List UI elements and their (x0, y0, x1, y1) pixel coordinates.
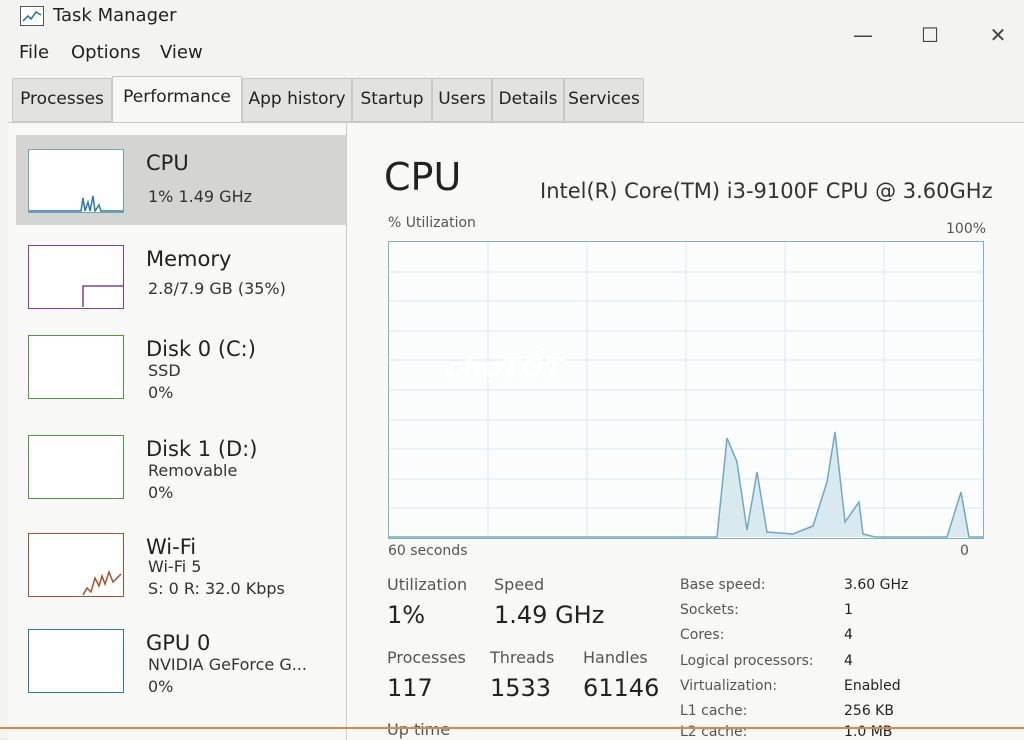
resource-sidebar: CPU 1% 1.49 GHz Memory 2.8/7.9 GB (35%) … (8, 123, 348, 740)
menu-file[interactable]: File (19, 42, 49, 63)
sidebar-item-wifi[interactable]: Wi-Fi Wi-Fi 5 S: 0 R: 32.0 Kbps (16, 519, 346, 609)
utilization-value: 1% (387, 601, 426, 629)
performance-panel: CPU 1% 1.49 GHz Memory 2.8/7.9 GB (35%) … (8, 122, 1024, 740)
spec-value-base-speed: 3.60 GHz (844, 577, 909, 593)
menu-view[interactable]: View (160, 42, 203, 63)
handles-value: 61146 (583, 674, 660, 702)
cpu-utilization-graph (388, 241, 984, 539)
task-manager-app-icon (20, 6, 44, 26)
graph-ymax-label: 100% (946, 221, 987, 237)
disk0-thumbnail-graph (28, 335, 124, 399)
utilization-label: Utilization (387, 575, 468, 594)
title-bar: Task Manager — ☐ ✕ (0, 0, 1024, 47)
tab-app-history[interactable]: App history (242, 78, 352, 122)
bottom-border (0, 727, 1024, 729)
spec-label-logical-processors: Logical processors: (680, 653, 814, 669)
sidebar-label-wifi: Wi-Fi (146, 535, 197, 559)
sidebar-divider (346, 123, 347, 740)
sidebar-disk1-usage: 0% (148, 483, 174, 502)
sidebar-cpu-usage: 1% 1.49 GHz (148, 187, 253, 206)
sidebar-item-memory[interactable]: Memory 2.8/7.9 GB (35%) (16, 231, 346, 321)
tab-details[interactable]: Details (492, 78, 564, 122)
sidebar-memory-usage: 2.8/7.9 GB (35%) (148, 279, 286, 298)
handles-label: Handles (583, 648, 648, 667)
sidebar-item-disk0[interactable]: Disk 0 (C:) SSD 0% (16, 321, 346, 411)
sidebar-disk0-type: SSD (148, 361, 181, 380)
spec-label-cores: Cores: (680, 627, 725, 643)
graph-ylabel: % Utilization (388, 215, 476, 231)
sidebar-label-memory: Memory (146, 247, 232, 271)
threads-value: 1533 (490, 674, 552, 702)
processes-label: Processes (387, 648, 466, 667)
sidebar-item-cpu[interactable]: CPU 1% 1.49 GHz (16, 135, 346, 225)
cpu-thumbnail-graph (28, 149, 124, 214)
gpu0-thumbnail-graph (28, 629, 124, 693)
disk1-thumbnail-graph (28, 435, 124, 499)
memory-thumbnail-graph (28, 245, 124, 309)
sidebar-item-gpu0[interactable]: GPU 0 NVIDIA GeForce G... 0% (16, 615, 346, 705)
cpu-utilization-plot (389, 242, 983, 538)
spec-value-l1-cache: 256 KB (844, 703, 894, 719)
spec-value-virtualization: Enabled (844, 678, 901, 694)
tab-strip: Processes Performance App history Startu… (12, 76, 652, 124)
sidebar-gpu0-model: NVIDIA GeForce G... (148, 655, 307, 674)
spec-value-sockets: 1 (844, 602, 853, 618)
cpu-details: CPU Intel(R) Core(TM) i3-9100F CPU @ 3.6… (378, 123, 1018, 740)
processes-value: 117 (387, 674, 433, 702)
sidebar-wifi-throughput: S: 0 R: 32.0 Kbps (148, 579, 285, 598)
window-title: Task Manager (53, 5, 177, 26)
spec-label-l1-cache: L1 cache: (680, 703, 748, 719)
sidebar-disk1-type: Removable (148, 461, 238, 480)
watermark: chợTỐT (446, 351, 564, 384)
sidebar-label-disk1: Disk 1 (D:) (146, 437, 258, 461)
spec-label-sockets: Sockets: (680, 602, 739, 618)
tab-startup[interactable]: Startup (352, 78, 432, 122)
sidebar-label-cpu: CPU (146, 151, 189, 175)
close-button[interactable]: ✕ (978, 20, 1018, 50)
spec-value-cores: 4 (844, 627, 853, 643)
wifi-thumbnail-graph (28, 533, 124, 597)
spec-value-logical-processors: 4 (844, 653, 853, 669)
threads-label: Threads (490, 648, 555, 667)
speed-label: Speed (494, 575, 545, 594)
task-manager-window: Task Manager — ☐ ✕ File Options View Pro… (0, 0, 1024, 740)
maximize-button[interactable]: ☐ (910, 20, 950, 50)
tab-processes[interactable]: Processes (12, 78, 112, 122)
sidebar-item-disk1[interactable]: Disk 1 (D:) Removable 0% (16, 421, 346, 511)
sidebar-label-disk0: Disk 0 (C:) (146, 337, 256, 361)
uptime-label: Up time (387, 720, 451, 739)
spec-label-virtualization: Virtualization: (680, 678, 778, 694)
cpu-heading: CPU (384, 155, 462, 199)
minimize-button[interactable]: — (843, 20, 883, 50)
sidebar-label-gpu0: GPU 0 (146, 631, 211, 655)
menu-options[interactable]: Options (71, 42, 140, 63)
cpu-model-name: Intel(R) Core(TM) i3-9100F CPU @ 3.60GHz (540, 179, 993, 203)
sidebar-gpu0-usage: 0% (148, 677, 174, 696)
sidebar-wifi-type: Wi-Fi 5 (148, 557, 202, 576)
tab-services[interactable]: Services (564, 78, 644, 122)
tab-users[interactable]: Users (432, 78, 492, 122)
sidebar-disk0-usage: 0% (148, 383, 174, 402)
speed-value: 1.49 GHz (494, 601, 605, 629)
spec-label-base-speed: Base speed: (680, 577, 766, 593)
tab-performance[interactable]: Performance (112, 76, 242, 122)
graph-xlabel-right: 0 (960, 543, 969, 559)
graph-xlabel-left: 60 seconds (388, 543, 468, 559)
